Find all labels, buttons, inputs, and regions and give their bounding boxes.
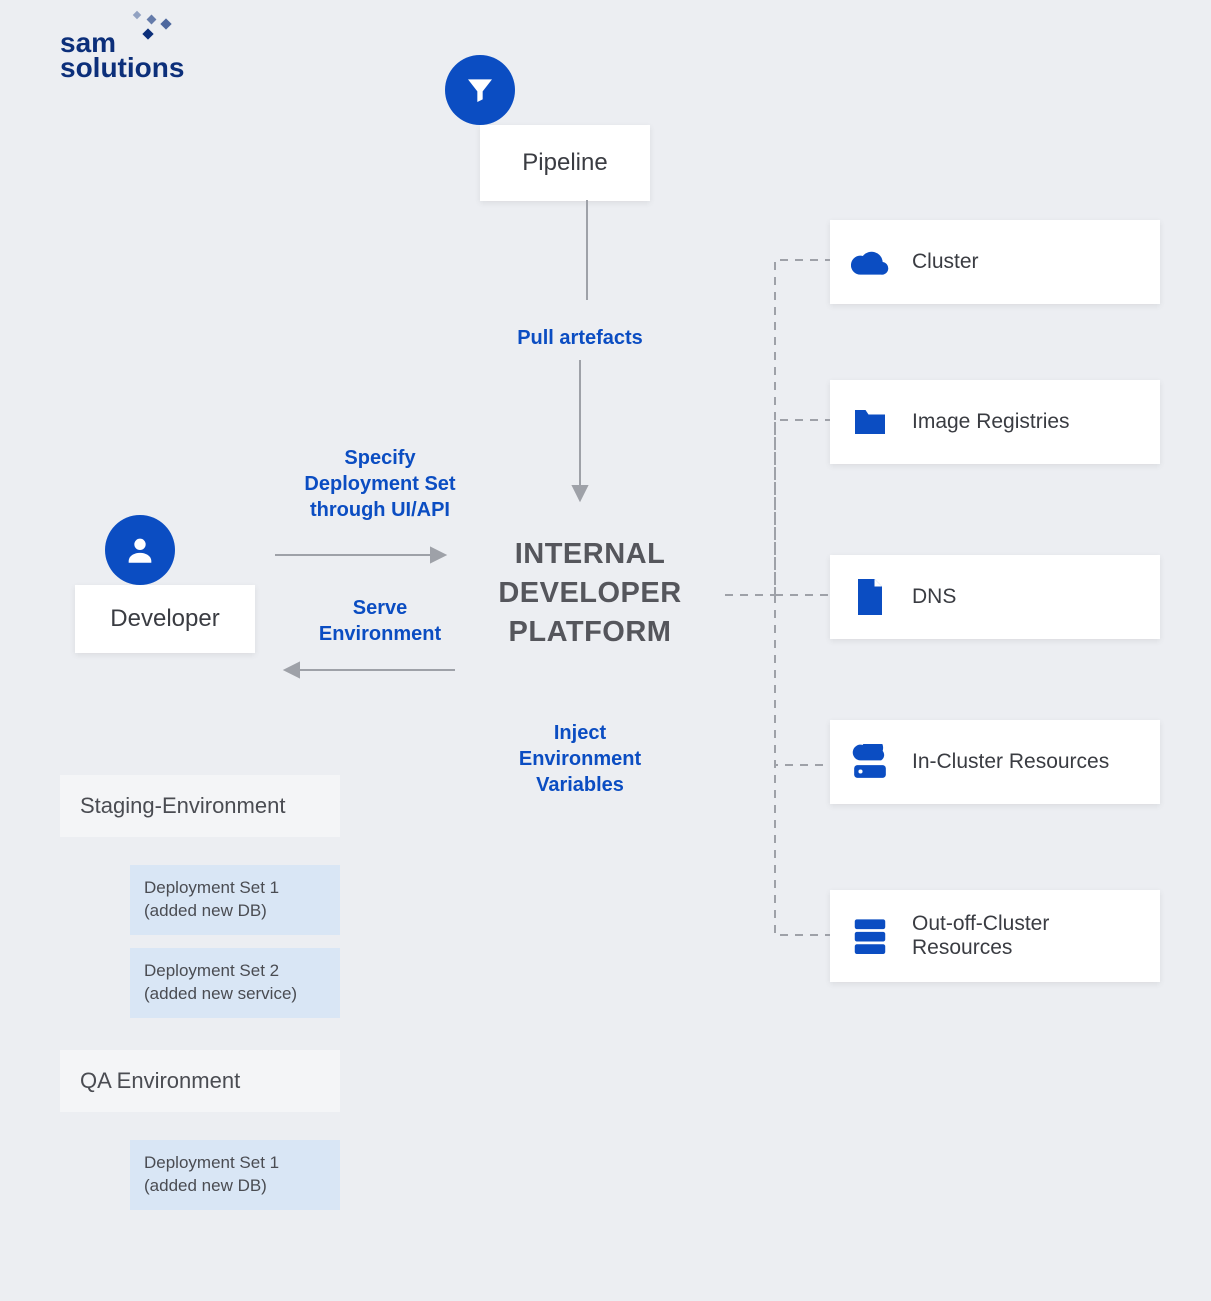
resource-label: Cluster	[912, 250, 979, 274]
resource-cluster: Cluster	[830, 220, 1160, 304]
cloud-icon	[850, 242, 890, 282]
resource-label: DNS	[912, 585, 956, 609]
env-staging: Staging-Environment	[60, 775, 340, 837]
flow-inject: Inject Environment Variables	[490, 720, 670, 798]
env-qa: QA Environment	[60, 1050, 340, 1112]
resource-image-registries: Image Registries	[830, 380, 1160, 464]
developer-label: Developer	[110, 605, 219, 633]
flow-pull-artefacts: Pull artefacts	[500, 325, 660, 351]
developer-node: Developer	[75, 585, 255, 653]
folder-icon	[850, 402, 890, 442]
deploy-qa-1: Deployment Set 1 (added new DB)	[130, 1140, 340, 1210]
flow-serve: Serve Environment	[290, 595, 470, 647]
resource-label: In-Cluster Resources	[912, 750, 1109, 774]
resource-dns: DNS	[830, 555, 1160, 639]
center-platform-title: INTERNAL DEVELOPER PLATFORM	[460, 535, 720, 652]
deploy-staging-1: Deployment Set 1 (added new DB)	[130, 865, 340, 935]
deploy-label: Deployment Set 1 (added new DB)	[144, 878, 279, 920]
deploy-label: Deployment Set 1 (added new DB)	[144, 1153, 279, 1195]
resource-in-cluster: In-Cluster Resources	[830, 720, 1160, 804]
pipeline-node: Pipeline	[480, 125, 650, 201]
file-icon	[850, 577, 890, 617]
resource-label: Out-off-Cluster Resources	[912, 912, 1140, 960]
logo-line1: sam	[60, 27, 116, 58]
pipeline-label: Pipeline	[522, 149, 607, 177]
deploy-label: Deployment Set 2 (added new service)	[144, 961, 297, 1003]
resource-out-cluster: Out-off-Cluster Resources	[830, 890, 1160, 982]
deploy-staging-2: Deployment Set 2 (added new service)	[130, 948, 340, 1018]
flow-specify: Specify Deployment Set through UI/API	[290, 445, 470, 523]
person-icon	[105, 515, 175, 585]
env-name: QA Environment	[80, 1068, 240, 1093]
funnel-icon	[445, 55, 515, 125]
logo: sam solutions	[60, 30, 184, 80]
env-name: Staging-Environment	[80, 793, 285, 818]
cloud-stack-icon	[850, 742, 890, 782]
database-icon	[850, 916, 890, 956]
resource-label: Image Registries	[912, 410, 1070, 434]
